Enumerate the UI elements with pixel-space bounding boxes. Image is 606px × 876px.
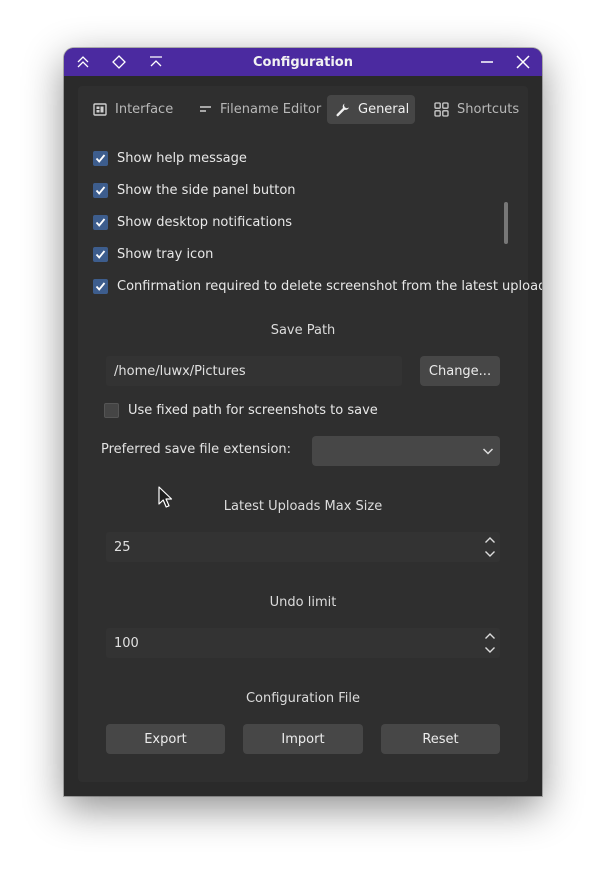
extension-label: Preferred save file extension: — [101, 442, 292, 457]
tab-shortcuts[interactable]: Shortcuts — [426, 95, 527, 124]
check-icon — [93, 150, 108, 166]
export-button[interactable]: Export — [106, 724, 225, 754]
tab-bar: Interface Filename Editor General Shortc… — [78, 92, 528, 126]
mouse-cursor-icon — [158, 486, 173, 508]
checkbox-fixed-path[interactable]: Use fixed path for screenshots to save — [104, 401, 378, 419]
extension-select[interactable] — [312, 436, 500, 466]
check-icon — [93, 214, 108, 230]
tab-label: Filename Editor — [220, 102, 322, 117]
checkbox-label: Confirmation required to delete screensh… — [117, 278, 542, 294]
undo-limit-title: Undo limit — [269, 595, 337, 610]
configuration-file-title: Configuration File — [245, 691, 361, 706]
settings-panel: Interface Filename Editor General Shortc… — [78, 86, 542, 782]
chevron-down-icon[interactable] — [484, 646, 496, 654]
import-button[interactable]: Import — [243, 724, 363, 754]
reset-button[interactable]: Reset — [381, 724, 500, 754]
checkbox-label: Use fixed path for screenshots to save — [128, 402, 378, 418]
checkbox-label: Show tray icon — [117, 246, 214, 262]
minimize-icon[interactable] — [476, 52, 498, 72]
checkbox-label: Show desktop notifications — [117, 214, 293, 230]
chevron-down-icon[interactable] — [484, 550, 496, 558]
configuration-window: Configuration Interface Filename Editor … — [64, 48, 542, 796]
chevron-up-icon[interactable] — [484, 536, 496, 544]
checkbox-box — [104, 402, 119, 418]
latest-uploads-title: Latest Uploads Max Size — [223, 499, 383, 514]
check-icon — [93, 278, 108, 294]
scrollbar[interactable] — [504, 202, 508, 244]
checkbox-label: Show the side panel button — [117, 182, 296, 198]
checkbox-show-help[interactable]: Show help message — [93, 149, 247, 167]
general-settings: Show help message Show the side panel bu… — [78, 134, 542, 782]
title-bar[interactable]: Configuration — [64, 48, 542, 76]
save-path-input[interactable]: /home/luwx/Pictures — [106, 356, 402, 386]
save-path-title: Save Path — [270, 323, 336, 338]
check-icon — [93, 246, 108, 262]
keep-above-icon[interactable] — [72, 52, 94, 72]
checkbox-tray-icon[interactable]: Show tray icon — [93, 245, 213, 263]
spinbox-arrows[interactable] — [484, 536, 496, 558]
checkbox-confirm-delete[interactable]: Confirmation required to delete screensh… — [93, 277, 542, 295]
checkbox-show-side-panel[interactable]: Show the side panel button — [93, 181, 296, 199]
checkbox-desktop-notifications[interactable]: Show desktop notifications — [93, 213, 292, 231]
check-icon — [93, 182, 108, 198]
spinbox-value: 25 — [114, 539, 131, 555]
shade-icon[interactable] — [145, 52, 167, 72]
wrench-icon — [336, 103, 349, 117]
tab-interface[interactable]: Interface — [85, 95, 181, 124]
grid-icon — [434, 102, 449, 117]
pin-icon[interactable] — [108, 52, 130, 72]
interface-icon — [93, 103, 107, 116]
chevron-up-icon[interactable] — [484, 632, 496, 640]
spinbox-value: 100 — [114, 635, 139, 651]
tab-label: General — [358, 102, 410, 117]
tab-filename-editor[interactable]: Filename Editor — [190, 95, 329, 124]
filename-editor-icon — [200, 106, 211, 112]
change-path-button[interactable]: Change... — [420, 356, 500, 386]
tab-general[interactable]: General — [327, 95, 415, 124]
tab-label: Shortcuts — [457, 102, 520, 117]
latest-uploads-spinbox[interactable]: 25 — [106, 532, 500, 562]
close-icon[interactable] — [512, 52, 534, 72]
spinbox-arrows[interactable] — [484, 632, 496, 654]
undo-limit-spinbox[interactable]: 100 — [106, 628, 500, 658]
chevron-down-icon — [482, 448, 494, 455]
window-title: Configuration — [253, 54, 353, 70]
tab-label: Interface — [115, 102, 174, 117]
checkbox-label: Show help message — [117, 150, 247, 166]
